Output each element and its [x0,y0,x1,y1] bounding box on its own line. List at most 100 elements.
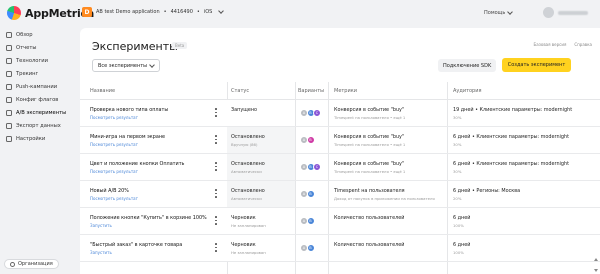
tracking-icon [6,71,12,77]
variant-badge: B [306,190,315,198]
sdk-connect-button[interactable]: Подключение SDK [438,59,497,72]
appmetrica-logo-icon [7,6,21,20]
sidebar-item-reports[interactable]: Отчеты [6,43,36,53]
avatar [543,7,554,18]
help-label: Помощь [484,10,506,16]
column-metrics: Метрики [334,88,357,94]
app-selector[interactable]: D AB test Demo application • 4416490 • i… [82,7,225,17]
status-text: Остановлено [231,188,265,194]
sidebar-item-settings[interactable]: Настройки [6,134,45,144]
sidebar-item-label: Технологии [16,58,48,64]
overview-icon [6,32,12,38]
experiment-name[interactable]: Проверка нового типа оплаты [90,107,168,113]
table-header: Название Статус Варианты Метрики Аудитор… [80,82,600,100]
variant-badge: C [313,163,321,171]
user-menu[interactable] [543,7,588,18]
experiment-action-link[interactable]: Запустить [90,250,112,255]
more-actions-icon[interactable] [215,216,217,225]
experiment-name[interactable]: Положение кнопки "Купить" в корзине 100% [90,215,207,221]
flags-icon [6,97,12,103]
audience-primary: 6 дней • Регионы: Москва [453,188,521,194]
audience-secondary: 100% [453,250,464,255]
sidebar-item-overview[interactable]: Обзор [6,30,33,40]
status-subtext: Не запланирован [231,250,266,255]
audience-secondary: 30% [453,169,462,174]
audience-primary: 6 дней • Клиентские параметры: modernigh… [453,134,570,140]
organization-button[interactable]: Организация [4,259,59,269]
experiment-action-link[interactable]: Посмотреть результат [90,169,138,174]
scroll-down-icon[interactable] [593,269,598,272]
status-text: Остановлено [231,134,265,140]
metric-primary: Количество пользователей [334,215,405,221]
experiment-name[interactable]: Цвет и положение кнопки Оплатить [90,161,184,167]
status-cell: Черновик Не запланирован [227,235,295,261]
experiment-name[interactable]: Новый A/B 20% [90,188,129,194]
audience-secondary: 30% [453,115,462,120]
basic-version-link[interactable]: Базовая версия [534,42,567,47]
more-actions-icon[interactable] [215,135,217,144]
help-link[interactable]: Справка [574,42,592,47]
filter-label: Все эксперименты [98,62,148,69]
beta-badge: Beta [172,42,188,49]
table-row[interactable]: Новый A/B 20% Посмотреть результат Останов… [80,181,600,208]
experiments-filter-dropdown[interactable]: Все эксперименты [92,59,161,72]
sidebar-item-label: Push-кампании [16,84,58,90]
status-subtext: Не запланирован [231,223,266,228]
table-row[interactable]: Положение кнопки "Купить" в корзине 100%… [80,208,600,235]
sidebar-item-technologies[interactable]: Технологии [6,56,48,66]
organization-label: Организация [18,261,53,267]
status-text: Черновик [231,242,256,248]
table-row[interactable]: Проверка нового типа оплаты Посмотреть ре… [80,100,600,127]
audience-primary: 19 дней • Клиентские параметры: modernig… [453,107,573,113]
chevron-down-icon [218,8,225,14]
column-audience: Аудитория [453,88,482,94]
table-row[interactable]: Мини-игра на первом экране Посмотреть рез… [80,127,600,154]
variant-badge: B [306,244,315,252]
sidebar-item-push[interactable]: Push-кампании [6,82,57,92]
app-badge: D [82,7,92,17]
sidebar-item-tracking[interactable]: Трекинг [6,69,38,79]
experiment-action-link[interactable]: Запустить [90,223,112,228]
sidebar-item-label: Обзор [16,32,33,38]
sidebar-item-export[interactable]: Экспорт данных [6,121,61,131]
sidebar-item-label: Трекинг [16,71,39,77]
sidebar-item-flags[interactable]: Конфиг флагов [6,95,58,105]
experiment-action-link[interactable]: Посмотреть результат [90,115,138,120]
experiment-name[interactable]: "Быстрый заказ" в карточке товара [90,242,182,248]
status-text: Остановлено [231,161,265,167]
status-cell: Запущено [227,100,295,126]
table-row[interactable]: "Быстрый заказ" в карточке товара Запусти… [80,235,600,262]
sidebar-item-ab-experiments[interactable]: A/B эксперименты [6,108,66,118]
metric-secondary: Timespent на пользователя • ещё 1 [334,142,406,147]
app-platform: iOS [203,9,213,15]
metric-secondary: Timespent на пользователя • ещё 1 [334,115,406,120]
scroll-up-icon[interactable] [593,258,598,261]
sidebar: Обзор Отчеты Технологии Трекинг Push-кам… [0,28,78,274]
main-panel: Эксперименты Beta Базовая версия Справка… [80,28,600,274]
experiment-action-link[interactable]: Посмотреть результат [90,142,138,147]
status-cell: Остановлено Вручную (86) [227,127,295,153]
scroll-arrows[interactable] [593,258,598,272]
audience-secondary: 30% [453,142,462,147]
help-menu[interactable]: Помощь [484,9,514,16]
variants-group: AB [300,190,315,198]
experiment-name[interactable]: Мини-игра на первом экране [90,134,165,140]
experiment-action-link[interactable]: Посмотреть результат [90,196,138,201]
more-actions-icon[interactable] [215,243,217,252]
variant-badge: B [306,217,315,225]
more-actions-icon[interactable] [215,189,217,198]
more-actions-icon[interactable] [215,162,217,171]
more-actions-icon[interactable] [215,108,217,117]
status-text: Запущено [231,107,258,113]
app-name: AB test Demo application [96,9,160,15]
push-icon [6,84,12,90]
technologies-icon [6,58,12,64]
audience-primary: 6 дней [453,215,471,221]
page-title: Эксперименты [92,40,178,53]
audience-secondary: 100% [453,223,464,228]
create-experiment-button[interactable]: Создать эксперимент [502,58,571,72]
table-row[interactable]: Цвет и положение кнопки Оплатить Посмотре… [80,154,600,181]
metric-secondary: Timespent на пользователя • ещё 1 [334,169,406,174]
sidebar-item-label: Конфиг флагов [16,97,59,103]
variants-group: ABC [300,109,321,117]
